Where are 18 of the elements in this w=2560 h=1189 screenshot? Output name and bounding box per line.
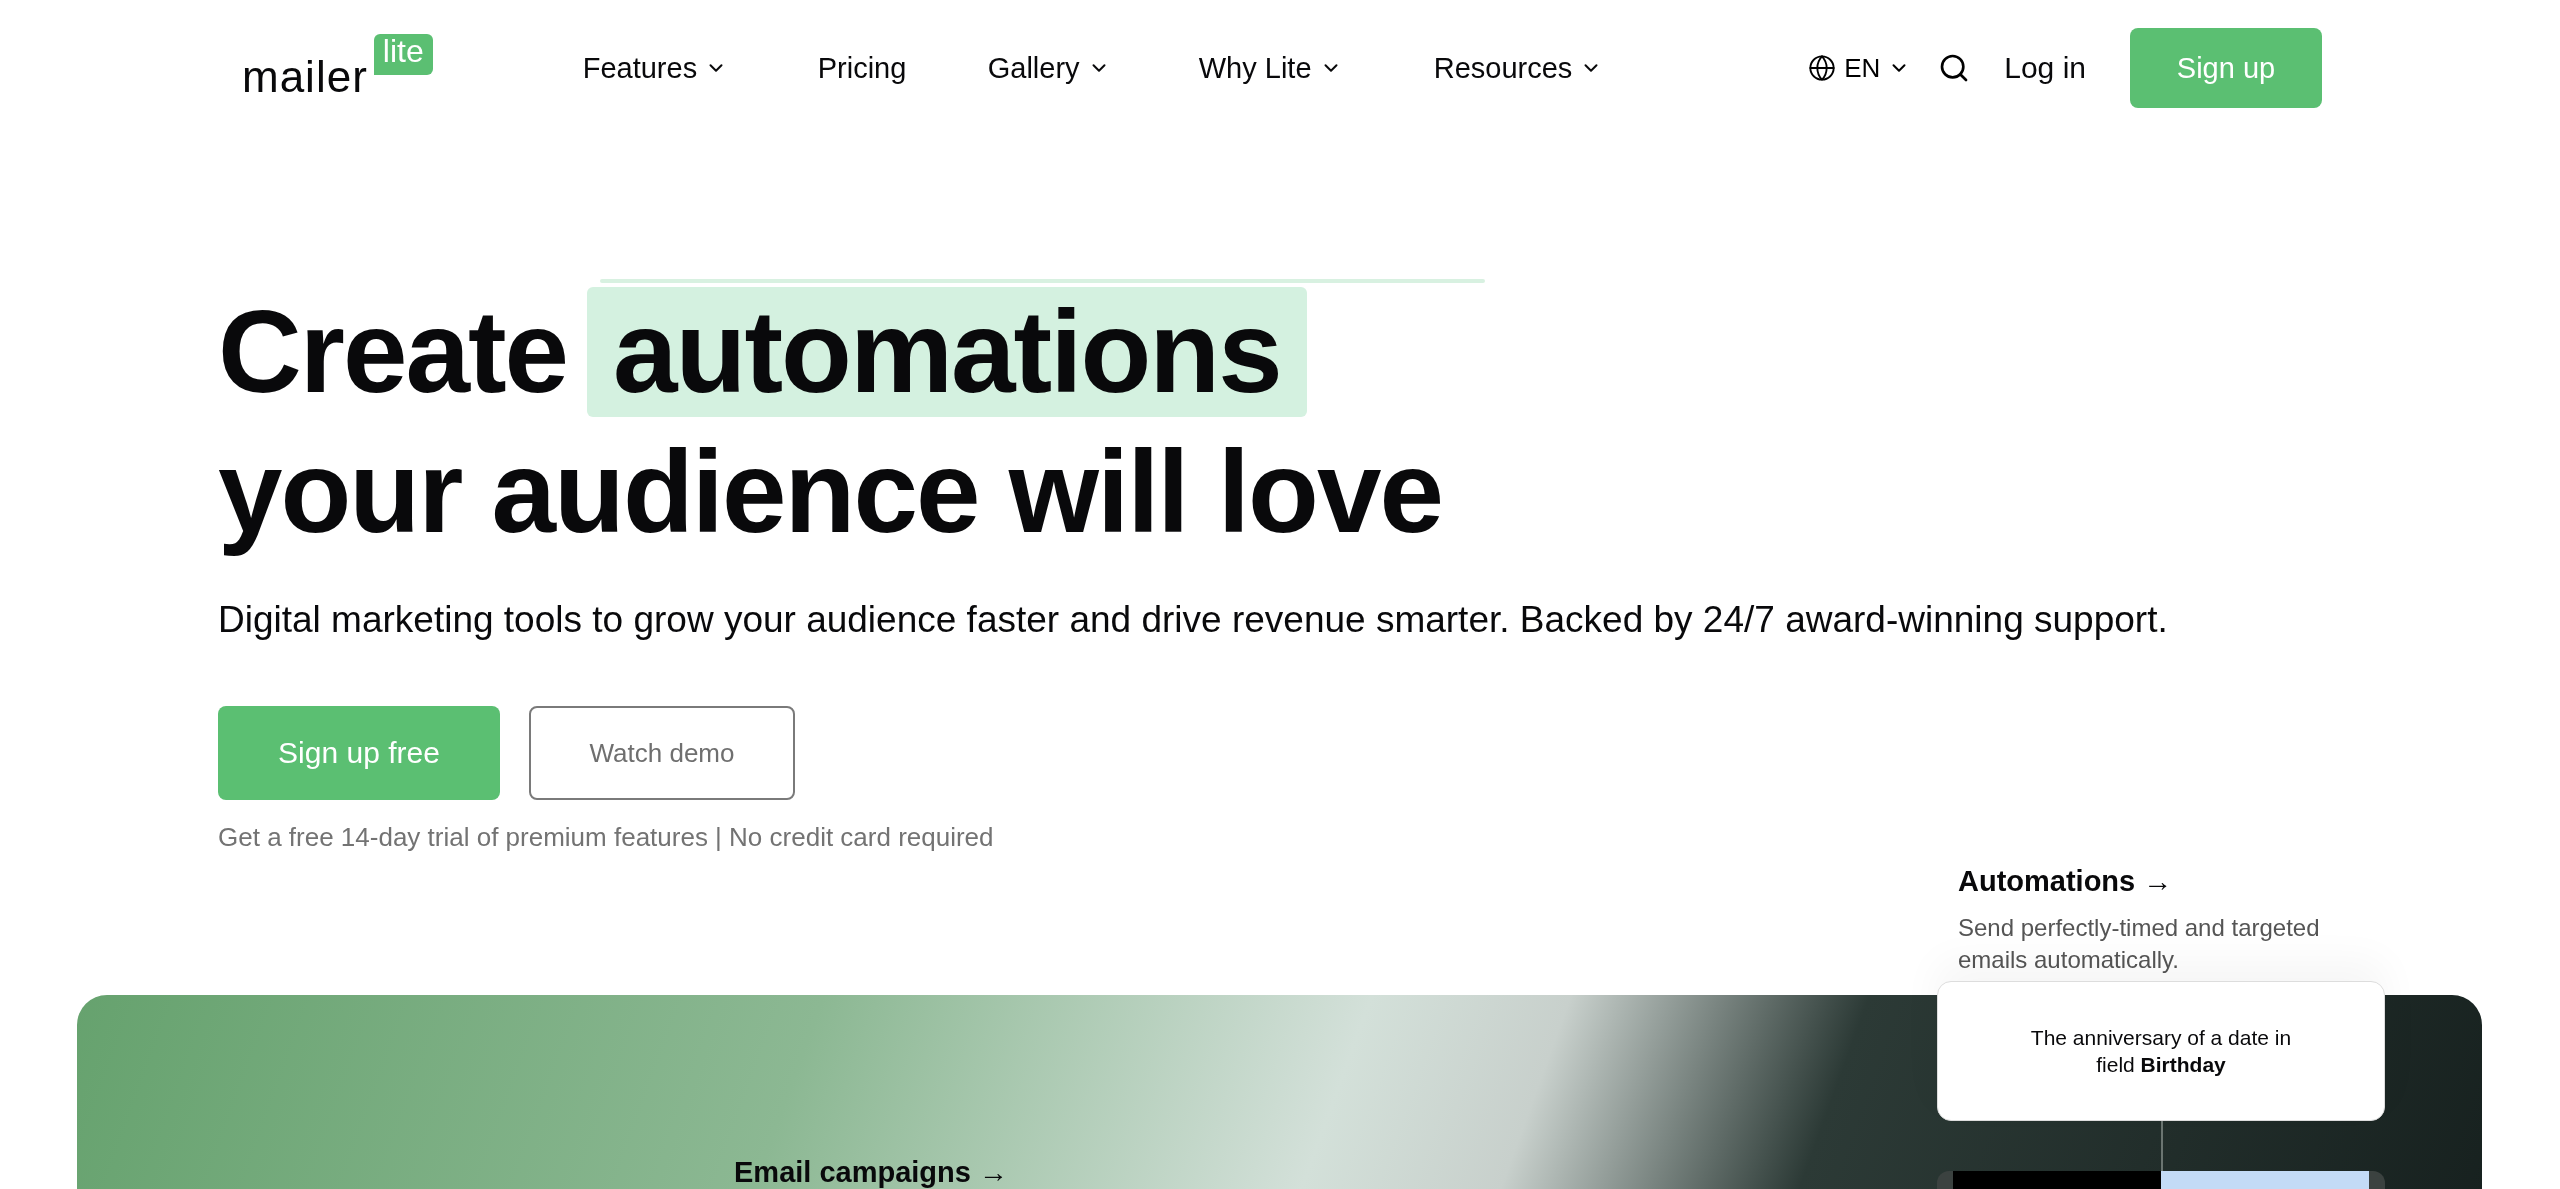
subtitle: Digital marketing tools to grow your audience faster and drive revenue smarter. Backed by 24/7 award-winning support.	[218, 598, 2169, 642]
nav-link[interactable]: Gallery	[987, 51, 1199, 85]
feature-link[interactable]: Automations →	[1958, 865, 2368, 899]
nav-link[interactable]: Pricing	[817, 51, 988, 85]
nav-link[interactable]: Resources	[1433, 51, 1734, 85]
trial-note: Get a free 14-day trial of premium features | No credit card required	[218, 822, 994, 854]
nav-link[interactable]: Why Lite	[1198, 51, 1434, 85]
language-selector[interactable]: EN	[1808, 52, 1911, 84]
headline: Create automations your audience will love	[218, 286, 1443, 559]
feature-description: Send perfectly-timed and targeted emails automatically.	[1958, 913, 2321, 976]
panel-link[interactable]: Email campaigns →	[734, 1156, 1008, 1189]
nav-link[interactable]: Features	[582, 51, 818, 85]
mailerlite-logo[interactable]: mailer lite	[242, 33, 433, 103]
watch-demo-button[interactable]: Watch demo	[529, 706, 795, 801]
globe-icon	[1808, 54, 1837, 82]
connector-line	[2161, 1119, 2163, 1172]
trigger-text: The anniversary of a date in field Birthday	[2029, 1024, 2293, 1079]
login-link[interactable]: Log in	[2004, 51, 2086, 85]
